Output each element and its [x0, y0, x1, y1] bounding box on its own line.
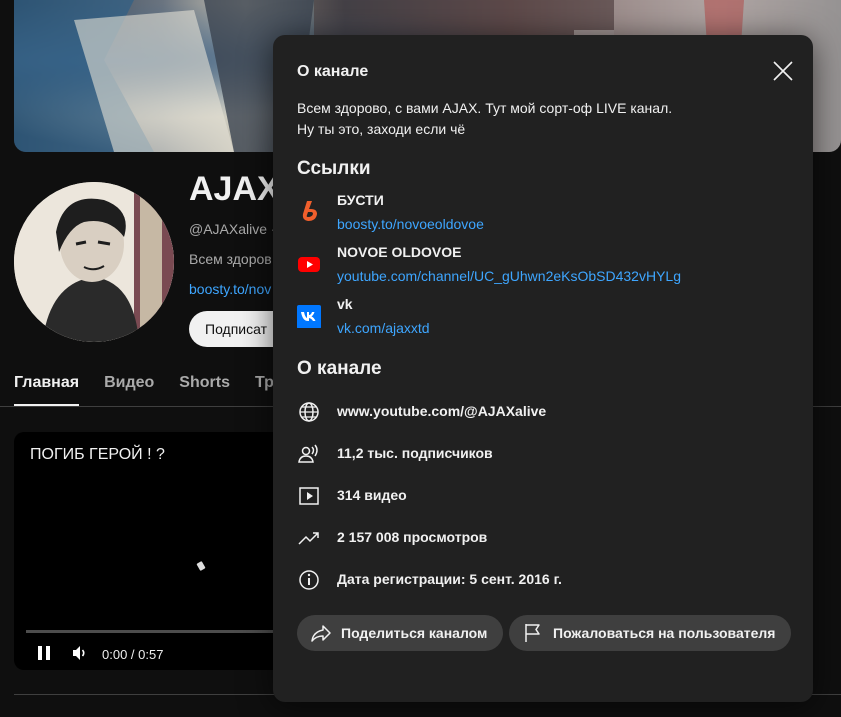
tab-shorts[interactable]: Shorts	[179, 362, 230, 406]
pause-icon[interactable]	[36, 645, 52, 661]
flag-icon	[525, 624, 540, 642]
info-row-joined: Дата регистрации: 5 сент. 2016 г.	[297, 568, 777, 592]
share-label: Поделиться каналом	[341, 625, 488, 641]
share-icon	[311, 625, 331, 642]
channel-title: AJAX	[189, 170, 280, 208]
info-text: 314 видео	[337, 487, 407, 503]
boosty-icon	[302, 201, 317, 221]
dialog-title: О канале	[297, 63, 369, 80]
info-row-views: 2 157 008 просмотров	[297, 526, 777, 550]
link-name: NOVOE OLDOVOE	[337, 244, 462, 260]
link-item-boosty: БУСТИ boosty.to/novoeoldovoe	[297, 192, 777, 236]
link-name: vk	[337, 296, 353, 312]
report-user-button[interactable]: Пожаловаться на пользователя	[509, 615, 792, 651]
link-url[interactable]: vk.com/ajaxxtd	[337, 320, 430, 336]
avatar-portrait	[14, 182, 174, 342]
video-icon	[299, 487, 319, 505]
loading-indicator	[196, 561, 206, 571]
link-url[interactable]: youtube.com/channel/UC_gUhwn2eKsObSD432v…	[337, 268, 681, 284]
links-heading: Ссылки	[297, 158, 371, 179]
channel-description: Всем здорово, с вами AJAX. Тут мой сорт-…	[297, 100, 673, 137]
info-text: 2 157 008 просмотров	[337, 529, 488, 545]
link-name: БУСТИ	[337, 192, 384, 208]
subscribers-icon	[298, 444, 318, 463]
video-title[interactable]: ПОГИБ ГЕРОЙ ! ?	[30, 446, 165, 464]
report-label: Пожаловаться на пользователя	[553, 625, 776, 641]
about-heading: О канале	[297, 358, 382, 379]
trending-icon	[298, 532, 319, 545]
info-text: 11,2 тыс. подписчиков	[337, 445, 493, 461]
vk-icon	[297, 305, 321, 328]
link-item-vk: vk vk.com/ajaxxtd	[297, 296, 777, 340]
channel-link-snippet[interactable]: boosty.to/nov	[189, 281, 271, 297]
info-icon	[299, 570, 319, 590]
info-row-videos: 314 видео	[297, 484, 777, 508]
info-text: Дата регистрации: 5 сент. 2016 г.	[337, 571, 562, 587]
channel-description-snippet[interactable]: Всем здоров	[189, 251, 272, 267]
info-row-subscribers: 11,2 тыс. подписчиков	[297, 442, 777, 466]
close-icon[interactable]	[771, 59, 795, 83]
channel-page: AJAX @AJAXalive · Всем здоров boosty.to/…	[0, 0, 841, 717]
link-url[interactable]: boosty.to/novoeoldovoe	[337, 216, 484, 232]
youtube-icon	[298, 257, 320, 272]
volume-icon[interactable]	[72, 645, 88, 661]
video-time: 0:00 / 0:57	[102, 647, 164, 662]
video-player[interactable]: ПОГИБ ГЕРОЙ ! ? 0:00 / 0:57	[14, 432, 314, 670]
info-row-url: www.youtube.com/@AJAXalive	[297, 400, 777, 424]
link-item-youtube: NOVOE OLDOVOE youtube.com/channel/UC_gUh…	[297, 244, 777, 288]
channel-tabs: Главная Видео Shorts Тран	[14, 362, 317, 408]
progress-bar[interactable]	[26, 630, 314, 633]
tab-home[interactable]: Главная	[14, 362, 80, 406]
globe-icon	[299, 402, 319, 422]
share-channel-button[interactable]: Поделиться каналом	[297, 615, 504, 651]
channel-handle: @AJAXalive ·	[189, 221, 276, 237]
about-dialog: О канале Всем здорово, с вами AJAX. Тут …	[273, 35, 813, 702]
tab-videos[interactable]: Видео	[104, 362, 154, 406]
info-text: www.youtube.com/@AJAXalive	[337, 403, 547, 419]
channel-avatar[interactable]	[14, 182, 174, 342]
